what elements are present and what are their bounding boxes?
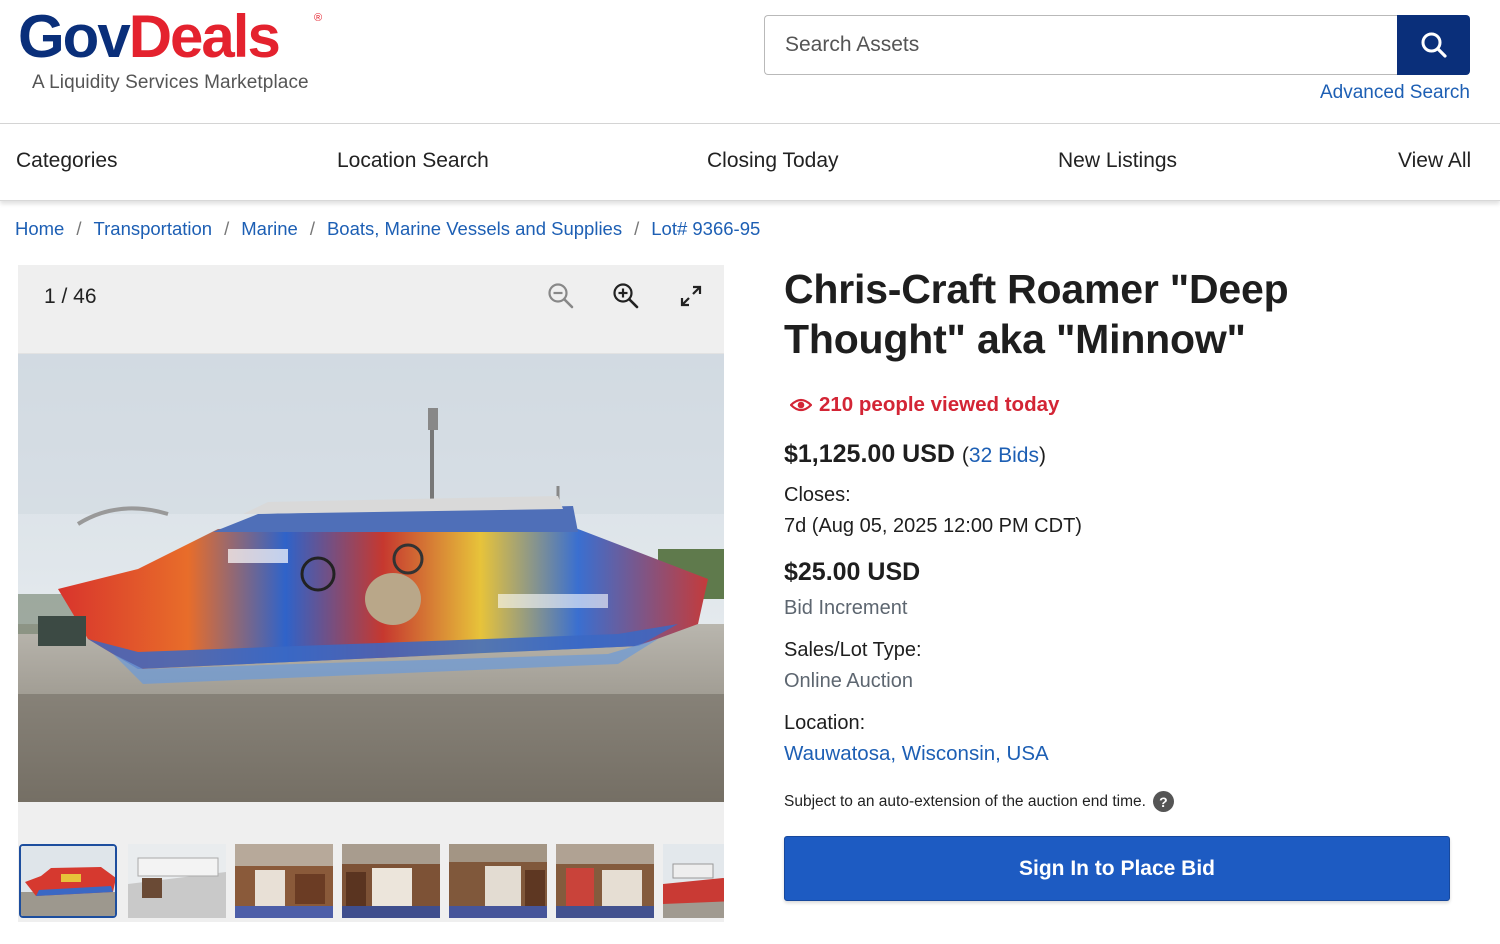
main-nav: Categories Location Search Closing Today… <box>0 124 1500 201</box>
views-today: 210 people viewed today <box>790 393 1059 417</box>
thumbnail-5[interactable] <box>449 844 547 918</box>
bid-increment-amount: $25.00 USD <box>784 558 921 586</box>
breadcrumb-home[interactable]: Home <box>15 218 64 240</box>
search-icon <box>1421 32 1447 58</box>
listing-title: Chris-Craft Roamer "Deep Thought" aka "M… <box>784 266 1289 362</box>
location-label: Location: <box>784 712 866 734</box>
sales-type-value: Online Auction <box>784 670 913 692</box>
breadcrumb-marine[interactable]: Marine <box>241 218 298 240</box>
thumbnail-image <box>449 844 547 918</box>
sign-in-to-bid-button[interactable]: Sign In to Place Bid <box>784 836 1450 901</box>
main-listing-image[interactable] <box>18 354 724 802</box>
views-text: 210 people viewed today <box>819 393 1060 416</box>
zoom-in-icon[interactable] <box>611 281 641 311</box>
nav-new-listings[interactable]: New Listings <box>1058 149 1177 173</box>
logo-gov-text: Gov <box>18 3 131 70</box>
thumbnail-3[interactable] <box>235 844 333 918</box>
bids-paren-close: ) <box>1038 444 1046 467</box>
nav-view-all[interactable]: View All <box>1398 149 1471 173</box>
breadcrumb-boats[interactable]: Boats, Marine Vessels and Supplies <box>327 218 622 240</box>
nav-categories[interactable]: Categories <box>16 149 118 173</box>
fullscreen-icon[interactable] <box>676 281 706 311</box>
auto-extension-text: Subject to an auto-extension of the auct… <box>784 792 1146 810</box>
bid-increment-label: Bid Increment <box>784 597 908 619</box>
thumbnail-2[interactable] <box>128 844 226 918</box>
current-price-line: $1,125.00 USD (32 Bids) <box>784 440 1046 469</box>
breadcrumb: Home / Transportation / Marine / Boats, … <box>15 218 760 240</box>
site-header: GovDeals ® A Liquidity Services Marketpl… <box>0 0 1500 124</box>
breadcrumb-lot[interactable]: Lot# 9366-95 <box>651 218 760 240</box>
thumbnail-6[interactable] <box>556 844 654 918</box>
thumbnail-4[interactable] <box>342 844 440 918</box>
thumbnail-1[interactable] <box>19 844 117 918</box>
search-input[interactable] <box>765 16 1398 74</box>
image-counter: 1 / 46 <box>44 285 97 308</box>
breadcrumb-separator: / <box>309 218 315 239</box>
bids-count: (32 Bids) <box>962 444 1046 467</box>
gallery-toolbar: 1 / 46 <box>18 265 724 354</box>
thumbnail-image <box>21 846 115 916</box>
eye-icon <box>790 398 812 412</box>
thumbnail-image <box>556 844 654 918</box>
help-icon[interactable]: ? <box>1152 791 1174 812</box>
thumbnail-image <box>342 844 440 918</box>
breadcrumb-transportation[interactable]: Transportation <box>94 218 213 240</box>
logo-registered-mark: ® <box>314 12 323 24</box>
breadcrumb-separator: / <box>76 218 82 239</box>
advanced-search-link[interactable]: Advanced Search <box>1320 82 1470 104</box>
thumbnail-strip <box>18 802 724 922</box>
logo-wordmark: GovDeals <box>18 3 281 70</box>
location-link[interactable]: Wauwatosa, Wisconsin, USA <box>784 742 1049 766</box>
thumbnail-7[interactable] <box>663 844 724 918</box>
bids-link[interactable]: 32 Bids <box>969 444 1039 467</box>
thumbnail-image <box>235 844 333 918</box>
auto-extension-notice: Subject to an auto-extension of the auct… <box>784 791 1174 812</box>
boat-photo <box>18 354 724 802</box>
nav-location-search[interactable]: Location Search <box>337 149 489 173</box>
govdeals-logo[interactable]: GovDeals ® A Liquidity Services Marketpl… <box>18 4 338 104</box>
current-price: $1,125.00 USD <box>784 440 955 468</box>
logo-deals-text: Deals <box>128 3 281 70</box>
logo-tagline: A Liquidity Services Marketplace <box>32 72 309 93</box>
sales-type-label: Sales/Lot Type: <box>784 639 922 661</box>
bids-paren-open: ( <box>961 444 969 467</box>
breadcrumb-separator: / <box>224 218 230 239</box>
zoom-out-icon[interactable] <box>546 281 576 311</box>
breadcrumb-separator: / <box>634 218 640 239</box>
thumbnail-image <box>128 844 226 918</box>
closes-label: Closes: <box>784 484 851 506</box>
thumbnail-image <box>663 844 724 918</box>
search-box <box>764 15 1398 75</box>
nav-closing-today[interactable]: Closing Today <box>707 149 839 173</box>
search-button[interactable] <box>1397 15 1470 75</box>
closes-value: 7d (Aug 05, 2025 12:00 PM CDT) <box>784 515 1082 537</box>
